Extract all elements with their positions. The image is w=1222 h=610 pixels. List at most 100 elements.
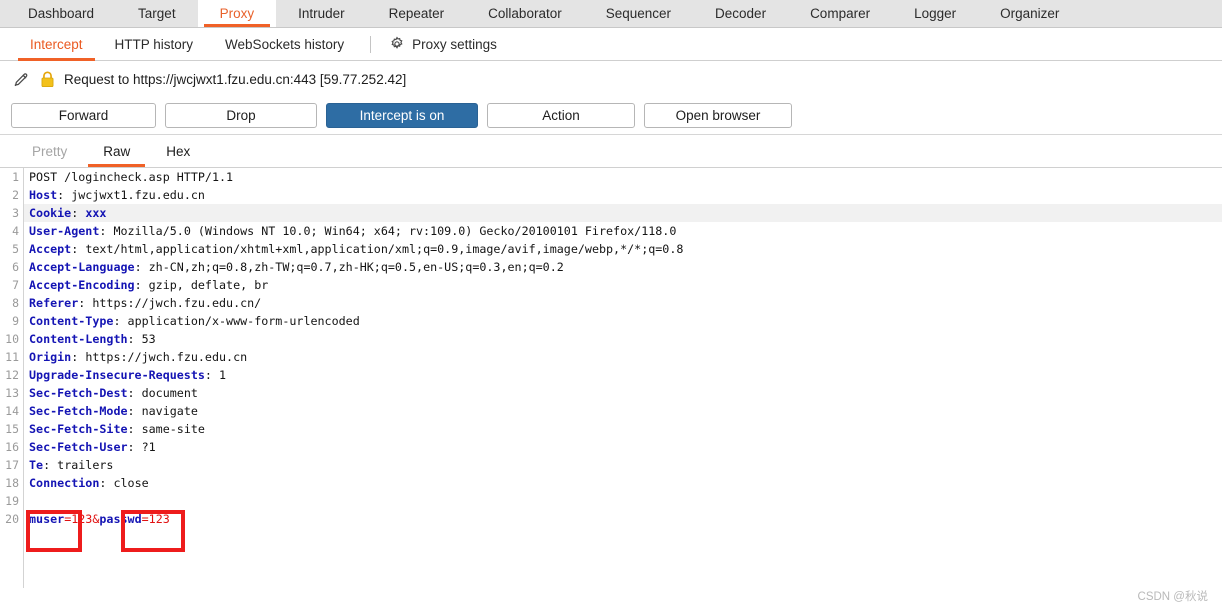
main-tab-proxy[interactable]: Proxy bbox=[197, 0, 277, 27]
action-button[interactable]: Action bbox=[487, 103, 635, 128]
request-line: Sec-Fetch-User: ?1 bbox=[29, 440, 156, 454]
tab-label: Hex bbox=[166, 143, 191, 159]
line-number: 2 bbox=[12, 188, 19, 202]
request-line: Cookie: xxx bbox=[24, 204, 1222, 222]
header-value: zh-CN,zh;q=0.8,zh-TW;q=0.7,zh-HK;q=0.5,e… bbox=[148, 260, 564, 274]
line-number: 6 bbox=[12, 260, 19, 274]
main-tab-intruder[interactable]: Intruder bbox=[276, 0, 367, 27]
header-name: Sec-Fetch-User bbox=[29, 440, 128, 454]
request-banner: Request to https://jwcjwxt1.fzu.edu.cn:4… bbox=[0, 61, 1222, 97]
header-name: Accept-Language bbox=[29, 260, 135, 274]
body-param-value: =123 bbox=[64, 512, 93, 526]
main-tab-label: Comparer bbox=[810, 6, 871, 21]
request-line: Referer: https://jwch.fzu.edu.cn/ bbox=[29, 296, 262, 310]
request-line: Accept-Language: zh-CN,zh;q=0.8,zh-TW;q=… bbox=[29, 260, 564, 274]
raw-request-viewer[interactable]: 1 2 3 4 5 6 7 8 9 10 11 12 13 14 15 16 17 18 19 20 POST /lo… bbox=[0, 167, 1222, 588]
header-value: Mozilla/5.0 (Windows NT 10.0; Win64; x64… bbox=[113, 224, 677, 238]
header-value: xxx bbox=[85, 206, 107, 220]
header-value: 1 bbox=[219, 368, 227, 382]
main-tab-decoder[interactable]: Decoder bbox=[693, 0, 788, 27]
header-value: close bbox=[113, 476, 149, 490]
open-browser-button[interactable]: Open browser bbox=[644, 103, 792, 128]
header-value: application/x-www-form-urlencoded bbox=[127, 314, 360, 328]
main-tab-bar: Dashboard Target Proxy Intruder Repeater… bbox=[0, 0, 1222, 28]
proxy-settings-button[interactable]: Proxy settings bbox=[381, 36, 505, 52]
main-tab-sequencer[interactable]: Sequencer bbox=[584, 0, 693, 27]
header-value: same-site bbox=[141, 422, 205, 436]
main-tab-label: Organizer bbox=[1000, 6, 1060, 21]
tab-hex[interactable]: Hex bbox=[148, 135, 208, 167]
request-line bbox=[24, 492, 1222, 510]
main-tab-label: Dashboard bbox=[28, 6, 95, 21]
main-tab-organizer[interactable]: Organizer bbox=[978, 0, 1081, 27]
header-value: https://jwch.fzu.edu.cn/ bbox=[92, 296, 262, 310]
proxy-sub-tab-bar: Intercept HTTP history WebSockets histor… bbox=[0, 28, 1222, 61]
request-line: User-Agent: Mozilla/5.0 (Windows NT 10.0… bbox=[29, 224, 677, 238]
main-tab-label: Proxy bbox=[219, 6, 255, 21]
header-name: Accept bbox=[29, 242, 72, 256]
request-line: Upgrade-Insecure-Requests: 1 bbox=[29, 368, 227, 382]
main-tab-collaborator[interactable]: Collaborator bbox=[466, 0, 584, 27]
line-number: 13 bbox=[5, 386, 19, 400]
main-tab-logger[interactable]: Logger bbox=[892, 0, 978, 27]
main-tab-label: Collaborator bbox=[488, 6, 562, 21]
drop-button[interactable]: Drop bbox=[165, 103, 317, 128]
request-line: Sec-Fetch-Site: same-site bbox=[29, 422, 205, 436]
header-value: gzip, deflate, br bbox=[148, 278, 269, 292]
line-number: 1 bbox=[12, 170, 19, 184]
pencil-icon[interactable] bbox=[12, 70, 31, 89]
line-number: 5 bbox=[12, 242, 19, 256]
header-name: Content-Length bbox=[29, 332, 128, 346]
gear-icon bbox=[389, 36, 405, 52]
watermark: CSDN @秋说 bbox=[1137, 591, 1208, 603]
body-param-name: passwd bbox=[99, 512, 142, 526]
request-code-area[interactable]: POST /logincheck.asp HTTP/1.1 Host: jwcjw… bbox=[24, 168, 1222, 588]
tab-label: Raw bbox=[103, 143, 131, 159]
request-line: Sec-Fetch-Mode: navigate bbox=[29, 404, 198, 418]
header-value: ?1 bbox=[141, 440, 156, 454]
sub-tab-intercept[interactable]: Intercept bbox=[14, 28, 99, 61]
header-name: Sec-Fetch-Dest bbox=[29, 386, 128, 400]
sub-tab-label: Intercept bbox=[30, 36, 83, 52]
main-tab-comparer[interactable]: Comparer bbox=[788, 0, 892, 27]
main-tab-label: Repeater bbox=[388, 6, 445, 21]
padlock-icon bbox=[40, 70, 55, 88]
header-value: jwcjwxt1.fzu.edu.cn bbox=[71, 188, 205, 202]
proxy-settings-label: Proxy settings bbox=[412, 36, 497, 52]
main-tab-label: Sequencer bbox=[605, 6, 672, 21]
header-name: Connection bbox=[29, 476, 100, 490]
main-tab-target[interactable]: Target bbox=[116, 0, 198, 27]
main-tab-label: Decoder bbox=[715, 6, 767, 21]
intercept-toggle-button[interactable]: Intercept is on bbox=[326, 103, 478, 128]
forward-button[interactable]: Forward bbox=[11, 103, 156, 128]
request-line: Host: jwcjwxt1.fzu.edu.cn bbox=[29, 188, 205, 202]
line-number: 20 bbox=[5, 512, 19, 526]
request-banner-text: Request to https://jwcjwxt1.fzu.edu.cn:4… bbox=[64, 71, 407, 87]
sub-tab-websockets-history[interactable]: WebSockets history bbox=[209, 28, 360, 61]
line-number: 9 bbox=[12, 314, 19, 328]
main-tab-label: Target bbox=[138, 6, 176, 21]
request-line: Connection: close bbox=[29, 476, 149, 490]
header-value: text/html,application/xhtml+xml,applicat… bbox=[85, 242, 684, 256]
tab-label: Pretty bbox=[32, 143, 68, 159]
header-name: Origin bbox=[29, 350, 72, 364]
tab-pretty[interactable]: Pretty bbox=[14, 135, 85, 167]
header-value: 53 bbox=[141, 332, 156, 346]
sub-tab-http-history[interactable]: HTTP history bbox=[99, 28, 210, 61]
tab-raw[interactable]: Raw bbox=[85, 135, 148, 167]
header-name: Host bbox=[29, 188, 58, 202]
request-line: POST /logincheck.asp HTTP/1.1 bbox=[29, 170, 234, 184]
request-line: Content-Length: 53 bbox=[29, 332, 156, 346]
header-name: Referer bbox=[29, 296, 79, 310]
sub-tab-label: HTTP history bbox=[114, 36, 194, 52]
request-line: Content-Type: application/x-www-form-url… bbox=[29, 314, 360, 328]
request-line: Origin: https://jwch.fzu.edu.cn bbox=[29, 350, 248, 364]
header-name: Sec-Fetch-Site bbox=[29, 422, 128, 436]
header-name: Cookie bbox=[29, 206, 72, 220]
header-name: Te bbox=[29, 458, 44, 472]
main-tab-dashboard[interactable]: Dashboard bbox=[6, 0, 116, 27]
request-line: muser=123&passwd=123 bbox=[24, 510, 1222, 528]
line-number: 3 bbox=[12, 206, 19, 220]
main-tab-repeater[interactable]: Repeater bbox=[367, 0, 467, 27]
body-param-value: =123 bbox=[141, 512, 170, 526]
